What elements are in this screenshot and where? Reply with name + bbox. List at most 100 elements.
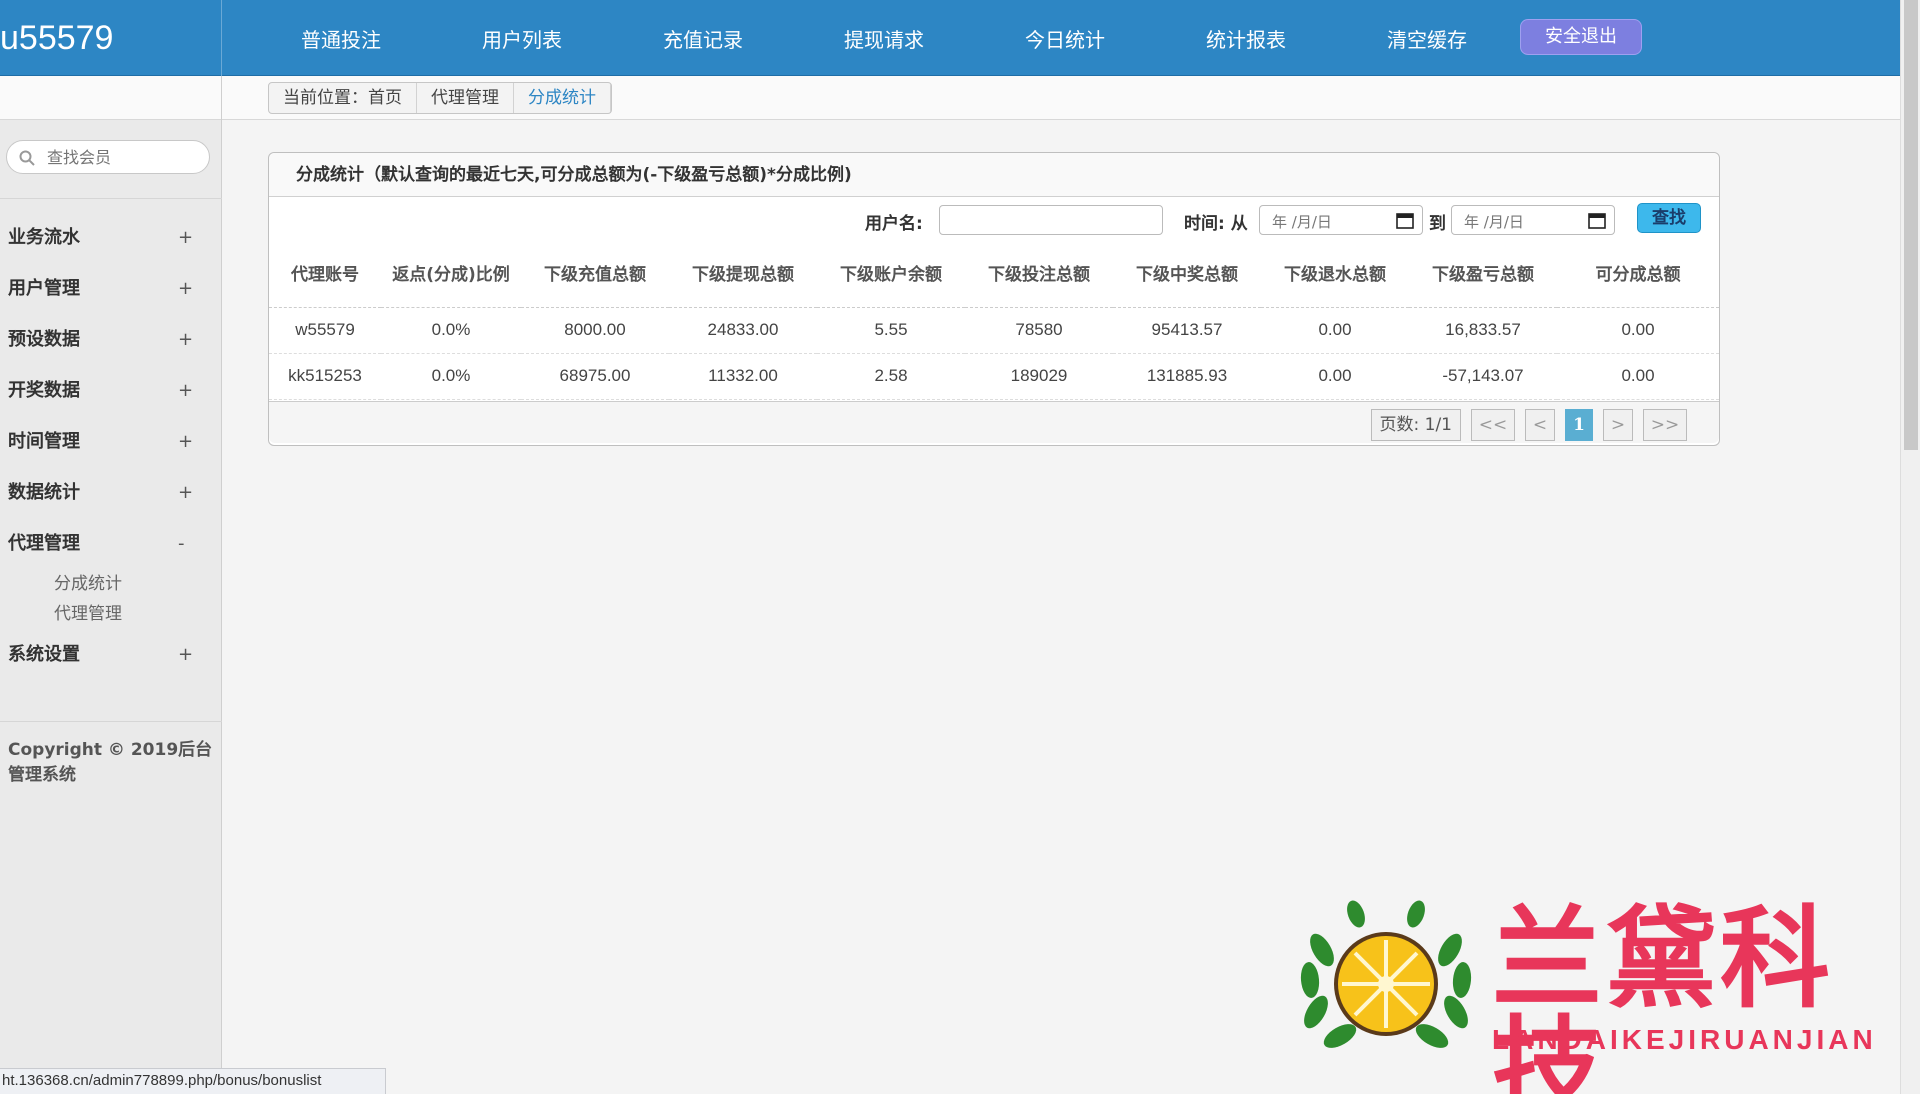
current-page-button[interactable]: 1 — [1565, 409, 1593, 441]
top-header: u55579 普通投注 用户列表 充值记录 提现请求 今日统计 统计报表 清空缓… — [0, 0, 1900, 76]
nav-withdraw-requests[interactable]: 提现请求 — [811, 24, 992, 53]
breadcrumb-agent-management[interactable]: 代理管理 — [417, 83, 514, 113]
agent-submenu: 分成统计 代理管理 — [0, 569, 222, 629]
sidebar-item-label: 预设数据 — [8, 329, 80, 350]
top-nav: 普通投注 用户列表 充值记录 提现请求 今日统计 统计报表 清空缓存 — [268, 0, 1535, 76]
date-from-placeholder: 年 /月/日 — [1272, 213, 1332, 231]
cell-sub-bets: 189029 — [965, 353, 1113, 400]
copyright-text: Copyright © 2019后台管理系统 — [8, 740, 213, 785]
nav-normal-bet[interactable]: 普通投注 — [268, 24, 449, 53]
prev-page-button[interactable]: < — [1525, 409, 1555, 441]
filter-bar: 用户名: 时间: 从 年 /月/日 到 年 /月/日 查找 — [269, 197, 1719, 239]
time-from-label: 时间: 从 — [1184, 214, 1248, 234]
username-input[interactable] — [939, 205, 1163, 235]
sidebar-divider — [0, 721, 222, 722]
watermark-subtitle: LANDAIKEJIRUANJIAN — [1492, 1024, 1877, 1055]
member-search-box[interactable] — [6, 140, 210, 174]
cell-sub-winnings: 95413.57 — [1113, 307, 1261, 354]
next-page-button[interactable]: > — [1603, 409, 1633, 441]
sidebar-item-label: 数据统计 — [8, 482, 80, 503]
col-sub-bets: 下级投注总额 — [965, 243, 1113, 308]
sidebar-item-label: 业务流水 — [8, 227, 80, 248]
page-info: 页数: 1/1 — [1370, 409, 1461, 441]
last-page-button[interactable]: >> — [1643, 409, 1687, 441]
watermark-logo: 兰黛科技 LANDAIKEJIRUANJIAN — [1296, 900, 1877, 1094]
sidebar-item-label: 代理管理 — [8, 533, 80, 554]
panel-title: 分成统计（默认查询的最近七天,可分成总额为(-下级盈亏总额)*分成比例) — [269, 153, 1719, 197]
table-row: kk515253 0.0% 68975.00 11332.00 2.58 189… — [269, 353, 1719, 400]
date-from-input[interactable]: 年 /月/日 — [1259, 205, 1423, 235]
date-to-placeholder: 年 /月/日 — [1464, 213, 1524, 231]
member-search-input[interactable] — [47, 145, 197, 169]
col-shareable-total: 可分成总额 — [1557, 243, 1719, 308]
submenu-item-bonus-stats[interactable]: 分成统计 — [54, 569, 222, 599]
cell-sub-rebates: 0.00 — [1261, 353, 1409, 400]
sidebar-item-business-flow[interactable]: 业务流水 + — [0, 212, 222, 263]
cell-sub-withdraw: 11332.00 — [669, 353, 817, 400]
sidebar-divider — [0, 198, 222, 199]
first-page-button[interactable]: << — [1471, 409, 1515, 441]
expand-icon: + — [178, 329, 194, 350]
sidebar-item-time-management[interactable]: 时间管理 + — [0, 416, 222, 467]
logout-button[interactable]: 安全退出 — [1520, 19, 1642, 55]
col-rebate-ratio: 返点(分成)比例 — [381, 243, 521, 308]
breadcrumb-current: 分成统计 — [514, 83, 611, 113]
collapse-icon: - — [178, 533, 185, 554]
sidebar-item-user-management[interactable]: 用户管理 + — [0, 263, 222, 314]
col-sub-balance: 下级账户余额 — [817, 243, 965, 308]
col-agent-account: 代理账号 — [269, 243, 381, 308]
bonus-stats-panel: 分成统计（默认查询的最近七天,可分成总额为(-下级盈亏总额)*分成比例) 用户名… — [268, 152, 1720, 446]
nav-today-stats[interactable]: 今日统计 — [992, 24, 1173, 53]
calendar-icon[interactable] — [1396, 212, 1414, 229]
cell-sub-winnings: 131885.93 — [1113, 353, 1261, 400]
sidebar-item-label: 时间管理 — [8, 431, 80, 452]
brand-title: u55579 — [0, 0, 222, 76]
sidebar-item-system-settings[interactable]: 系统设置 + — [0, 629, 222, 680]
sidebar-item-agent-management[interactable]: 代理管理 - — [0, 518, 222, 569]
bonus-table: 代理账号 返点(分成)比例 下级充值总额 下级提现总额 下级账户余额 下级投注总… — [269, 243, 1719, 400]
nav-clear-cache[interactable]: 清空缓存 — [1354, 24, 1535, 53]
cell-sub-profit-loss: 16,833.57 — [1409, 307, 1557, 354]
table-row: w55579 0.0% 8000.00 24833.00 5.55 78580 … — [269, 307, 1719, 354]
cell-sub-withdraw: 24833.00 — [669, 307, 817, 354]
table-header-row: 代理账号 返点(分成)比例 下级充值总额 下级提现总额 下级账户余额 下级投注总… — [269, 243, 1719, 308]
cell-agent-account: kk515253 — [269, 353, 381, 400]
cell-sub-bets: 78580 — [965, 307, 1113, 354]
sidebar-item-preset-data[interactable]: 预设数据 + — [0, 314, 222, 365]
scrollbar-thumb[interactable] — [1904, 0, 1918, 450]
col-sub-winnings: 下级中奖总额 — [1113, 243, 1261, 308]
cell-sub-recharge: 68975.00 — [521, 353, 669, 400]
page-scrollbar[interactable] — [1900, 0, 1920, 1094]
expand-icon: + — [178, 431, 194, 452]
sidebar-item-lottery-data[interactable]: 开奖数据 + — [0, 365, 222, 416]
sidebar-menu: 业务流水 + 用户管理 + 预设数据 + 开奖数据 + 时间管理 + 数据统计 + 代理管理… — [0, 212, 222, 680]
lemon-logo-icon — [1300, 900, 1472, 1048]
nav-user-list[interactable]: 用户列表 — [449, 24, 630, 53]
cell-sub-profit-loss: -57,143.07 — [1409, 353, 1557, 400]
expand-icon: + — [178, 482, 194, 503]
cell-agent-account: w55579 — [269, 307, 381, 354]
pagination: 页数: 1/1 << < 1 > >> — [1361, 409, 1687, 441]
browser-status-url: ht.136368.cn/admin778899.php/bonus/bonus… — [0, 1068, 386, 1094]
watermark-title: 兰黛科技 — [1492, 895, 1834, 1094]
nav-recharge-records[interactable]: 充值记录 — [630, 24, 811, 53]
sidebar-top — [0, 76, 221, 120]
submenu-item-agent-management[interactable]: 代理管理 — [54, 599, 222, 629]
sidebar-item-data-stats[interactable]: 数据统计 + — [0, 467, 222, 518]
calendar-icon[interactable] — [1588, 212, 1606, 229]
pagination-bar: 页数: 1/1 << < 1 > >> — [269, 401, 1719, 443]
cell-shareable-total: 0.00 — [1557, 307, 1719, 354]
search-button[interactable]: 查找 — [1637, 203, 1701, 233]
expand-icon: + — [178, 644, 194, 665]
breadcrumb-home[interactable]: 当前位置：首页 — [269, 83, 417, 113]
cell-sub-recharge: 8000.00 — [521, 307, 669, 354]
time-to-label: 到 — [1429, 214, 1446, 234]
cell-sub-balance: 5.55 — [817, 307, 965, 354]
nav-stats-report[interactable]: 统计报表 — [1173, 24, 1354, 53]
sidebar: 业务流水 + 用户管理 + 预设数据 + 开奖数据 + 时间管理 + 数据统计 + 代理管理… — [0, 76, 222, 1094]
sidebar-item-label: 开奖数据 — [8, 380, 80, 401]
expand-icon: + — [178, 227, 194, 248]
expand-icon: + — [178, 380, 194, 401]
date-to-input[interactable]: 年 /月/日 — [1451, 205, 1615, 235]
search-icon — [19, 150, 35, 166]
